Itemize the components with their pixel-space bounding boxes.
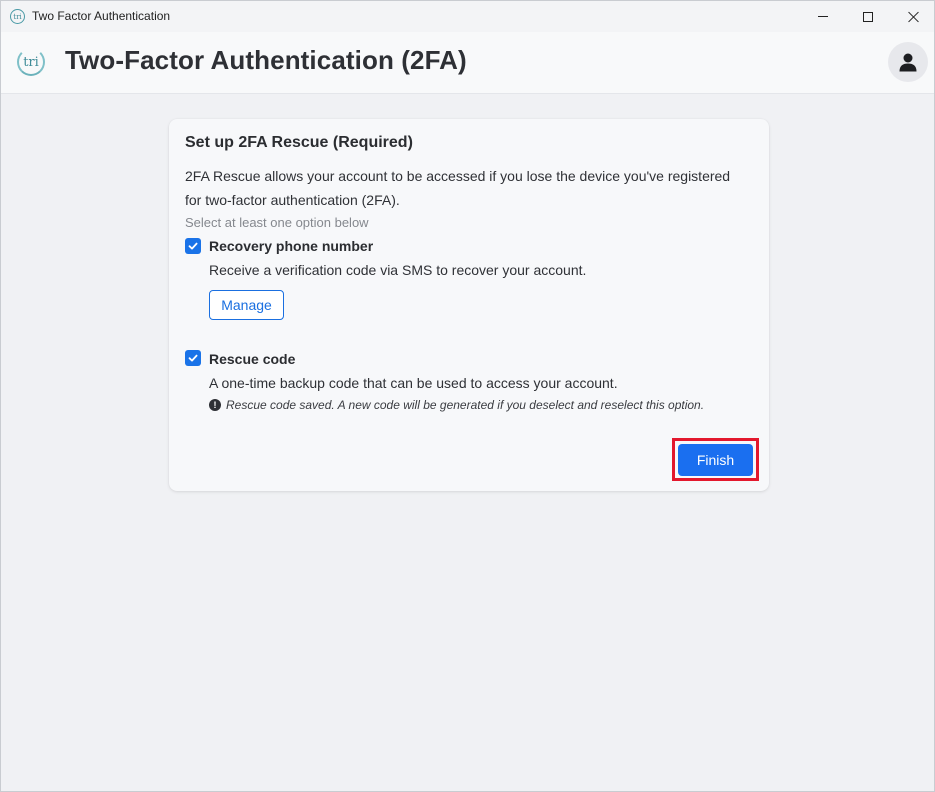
page-title: Two-Factor Authentication (2FA) <box>65 45 467 75</box>
brand-logo-icon: tri <box>17 48 45 76</box>
check-icon <box>188 354 198 362</box>
app-window: tri Two Factor Authentication tri Two-Fa… <box>0 0 935 792</box>
card-description: 2FA Rescue allows your account to be acc… <box>185 168 731 208</box>
user-avatar-button[interactable] <box>888 42 928 82</box>
maximize-button[interactable] <box>845 1 891 32</box>
minimize-icon <box>818 16 828 17</box>
manage-button[interactable]: Manage <box>209 290 284 320</box>
title-bar: tri Two Factor Authentication <box>1 1 934 32</box>
finish-button[interactable]: Finish <box>678 444 753 476</box>
close-button[interactable] <box>890 1 934 32</box>
user-icon <box>899 53 917 72</box>
rescue-code-note: ! Rescue code saved. A new code will be … <box>209 398 704 412</box>
rescue-code-label[interactable]: Rescue code <box>209 351 295 367</box>
rescue-code-description: A one-time backup code that can be used … <box>209 375 618 391</box>
exclamation-circle-icon: ! <box>209 399 221 411</box>
rescue-setup-card: Set up 2FA Rescue (Required) 2FA Rescue … <box>169 119 769 491</box>
check-icon <box>188 242 198 250</box>
close-icon <box>907 11 919 23</box>
app-header: tri Two-Factor Authentication (2FA) <box>1 32 934 94</box>
app-logo-icon: tri <box>10 9 25 24</box>
selection-hint: Select at least one option below <box>185 215 369 230</box>
card-title: Set up 2FA Rescue (Required) <box>185 134 413 151</box>
minimize-button[interactable] <box>800 1 846 32</box>
window-title: Two Factor Authentication <box>32 9 171 23</box>
recovery-phone-checkbox[interactable] <box>185 238 201 254</box>
recovery-phone-description: Receive a verification code via SMS to r… <box>209 262 587 278</box>
rescue-code-checkbox[interactable] <box>185 350 201 366</box>
rescue-code-note-text: Rescue code saved. A new code will be ge… <box>226 398 705 412</box>
maximize-icon <box>863 11 873 22</box>
recovery-phone-label[interactable]: Recovery phone number <box>209 238 373 254</box>
